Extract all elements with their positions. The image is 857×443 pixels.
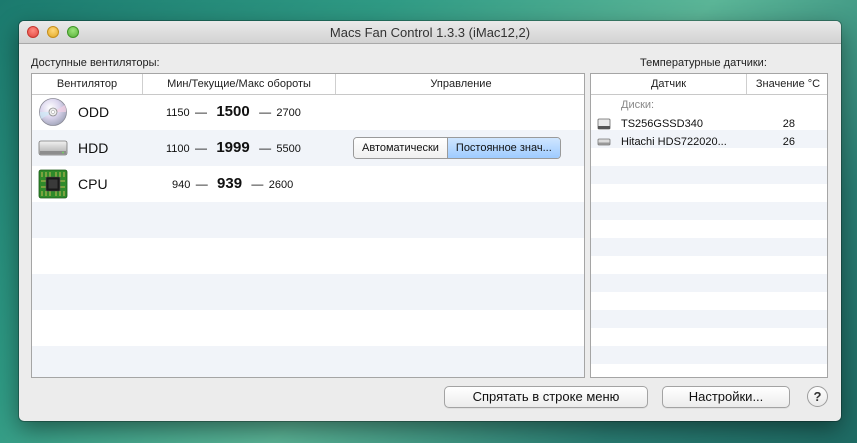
sensor-group-row: Диски: — [591, 96, 827, 114]
fan-min-rpm: 940 — [172, 179, 191, 191]
rpm-separator: — — [251, 177, 264, 191]
rpm-separator: — — [195, 141, 207, 155]
ssd-drive-icon — [597, 118, 611, 130]
hdd-drive-icon — [597, 138, 611, 146]
title-bar: Macs Fan Control 1.3.3 (iMac12,2) — [19, 21, 841, 44]
sensor-row[interactable]: TS256GSSD340 28 — [591, 115, 827, 133]
app-window: Macs Fan Control 1.3.3 (iMac12,2) Доступ… — [19, 21, 841, 421]
control-auto-button[interactable]: Автоматически — [354, 138, 448, 158]
fan-rpm: 940 — 939 — 2600 — [172, 166, 293, 203]
fan-row-cpu[interactable]: CPU 940 — 939 — 2600 — [32, 166, 584, 202]
rpm-separator: — — [259, 105, 272, 119]
fan-row-hdd[interactable]: HDD 1100 — 1999 — 5500 Автоматически Пос… — [32, 130, 584, 166]
sensor-row[interactable]: Hitachi HDS722020... 26 — [591, 133, 827, 151]
fans-table-body: ODD 1150 — 1500 — 2700 HDD 1100 — 1999 —… — [32, 94, 584, 377]
fan-max-rpm: 2600 — [268, 179, 294, 191]
fans-table[interactable]: Вентилятор Мин/Текущие/Макс обороты Упра… — [31, 73, 585, 378]
fans-table-header: Вентилятор Мин/Текущие/Макс обороты Упра… — [32, 74, 584, 95]
fan-rpm: 1100 — 1999 — 5500 — [166, 130, 301, 167]
fan-name: ODD — [78, 104, 110, 120]
fan-row-odd[interactable]: ODD 1150 — 1500 — 2700 — [32, 94, 584, 130]
column-header-fan[interactable]: Вентилятор — [32, 74, 142, 94]
window-title: Macs Fan Control 1.3.3 (iMac12,2) — [329, 25, 531, 40]
rpm-separator: — — [195, 105, 207, 119]
sensors-table-header: Датчик Значение °C — [591, 74, 827, 95]
settings-button[interactable]: Настройки... — [662, 386, 790, 408]
sensors-table-body: Диски: TS256GSSD340 28 Hitachi HDS722020… — [591, 94, 827, 377]
rpm-separator: — — [195, 177, 208, 191]
column-header-value[interactable]: Значение °C — [746, 74, 827, 94]
fan-control-segmented[interactable]: Автоматически Постоянное знач... — [353, 137, 561, 159]
rpm-separator: — — [259, 141, 272, 155]
fans-section-label: Доступные вентиляторы: — [31, 57, 160, 69]
hide-in-menu-bar-button[interactable]: Спрятать в строке меню — [444, 386, 648, 408]
column-header-control[interactable]: Управление — [335, 74, 584, 94]
fan-name: CPU — [78, 176, 108, 192]
fan-min-rpm: 1150 — [166, 107, 190, 119]
fan-current-rpm: 1999 — [216, 139, 250, 156]
optical-disc-icon — [39, 98, 67, 126]
cpu-chip-icon — [38, 169, 68, 199]
sensor-value: 28 — [782, 118, 795, 130]
hard-drive-icon — [38, 140, 68, 156]
fan-min-rpm: 1100 — [166, 143, 190, 155]
fan-current-rpm: 1500 — [216, 103, 250, 120]
column-header-sensor[interactable]: Датчик — [591, 74, 746, 94]
sensors-section-label: Температурные датчики: — [640, 57, 767, 69]
sensor-name: Hitachi HDS722020... — [621, 136, 727, 148]
fan-name: HDD — [78, 140, 109, 156]
fan-rpm: 1150 — 1500 — 2700 — [166, 94, 301, 131]
control-constant-button[interactable]: Постоянное знач... — [447, 138, 560, 158]
sensors-table[interactable]: Датчик Значение °C Диски: TS256GSSD340 2… — [590, 73, 828, 378]
help-button[interactable]: ? — [807, 386, 828, 407]
sensor-name: TS256GSSD340 — [621, 118, 703, 130]
fan-max-rpm: 5500 — [276, 143, 301, 155]
fan-current-rpm: 939 — [217, 175, 243, 192]
sensor-group-label: Диски: — [621, 99, 655, 111]
fan-max-rpm: 2700 — [276, 107, 301, 119]
sensor-value: 26 — [782, 136, 795, 148]
column-header-rpm[interactable]: Мин/Текущие/Макс обороты — [142, 74, 335, 94]
